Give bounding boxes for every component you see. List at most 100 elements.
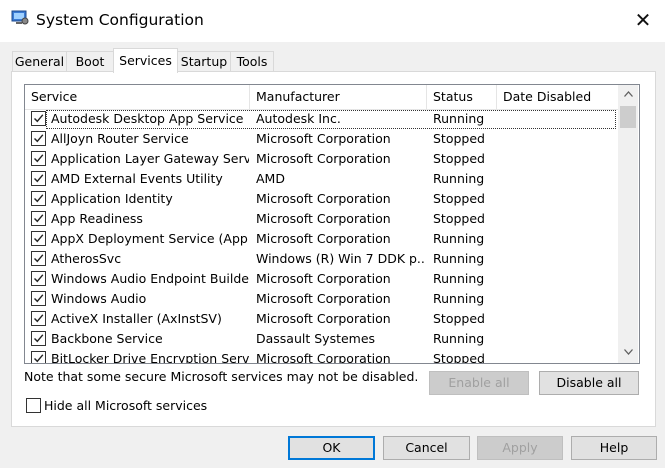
- tab-services[interactable]: Services: [113, 48, 178, 73]
- service-checkbox[interactable]: [31, 331, 46, 346]
- service-manufacturer: Microsoft Corporation: [256, 291, 391, 306]
- service-row[interactable]: Application Layer Gateway Service Microso…: [25, 149, 618, 169]
- service-checkbox[interactable]: [31, 111, 46, 126]
- service-date-disabled: [503, 269, 613, 289]
- service-row[interactable]: AtherosSvc Windows (R) Win 7 DDK p... Runn…: [25, 249, 618, 269]
- service-checkbox[interactable]: [31, 131, 46, 146]
- service-row[interactable]: AppX Deployment Service (App... Microsoft…: [25, 229, 618, 249]
- service-checkbox[interactable]: [31, 311, 46, 326]
- service-date-disabled: [503, 129, 613, 149]
- service-status: Running: [433, 231, 485, 246]
- service-row[interactable]: AllJoyn Router Service Microsoft Corporat…: [25, 129, 618, 149]
- service-name: Windows Audio: [51, 291, 147, 306]
- cancel-button[interactable]: Cancel: [383, 436, 470, 460]
- tab-general[interactable]: General: [12, 51, 67, 73]
- service-checkbox[interactable]: [31, 191, 46, 206]
- service-manufacturer: Autodesk Inc.: [256, 111, 341, 126]
- service-status: Stopped: [433, 151, 485, 166]
- note-text: Note that some secure Microsoft services…: [24, 369, 419, 384]
- service-checkbox[interactable]: [31, 211, 46, 226]
- window-title: System Configuration: [36, 11, 204, 29]
- apply-label: Apply: [502, 440, 538, 455]
- service-date-disabled: [503, 249, 613, 269]
- service-name: Autodesk Desktop App Service: [51, 111, 244, 126]
- tab-startup[interactable]: Startup: [177, 51, 231, 73]
- apply-button[interactable]: Apply: [477, 436, 563, 460]
- service-row[interactable]: Application Identity Microsoft Corporatio…: [25, 189, 618, 209]
- service-status: Running: [433, 331, 485, 346]
- service-row[interactable]: ActiveX Installer (AxInstSV) Microsoft Co…: [25, 309, 618, 329]
- service-status: Stopped: [433, 311, 485, 326]
- service-status: Running: [433, 111, 485, 126]
- service-checkbox[interactable]: [31, 171, 46, 186]
- service-status: Running: [433, 251, 485, 266]
- service-name: ActiveX Installer (AxInstSV): [51, 311, 222, 326]
- services-list[interactable]: Service Manufacturer Status Date Disable…: [24, 84, 640, 364]
- service-manufacturer: Microsoft Corporation: [256, 231, 391, 246]
- tab-tools[interactable]: Tools: [230, 51, 274, 73]
- service-checkbox[interactable]: [31, 151, 46, 166]
- service-status: Stopped: [433, 131, 485, 146]
- service-name: AppX Deployment Service (App...: [51, 231, 249, 246]
- close-icon[interactable]: ✕: [628, 5, 658, 35]
- service-date-disabled: [503, 289, 613, 309]
- tab-boot[interactable]: Boot: [66, 51, 114, 73]
- service-date-disabled: [503, 149, 613, 169]
- service-date-disabled: [503, 189, 613, 209]
- service-name: Backbone Service: [51, 331, 163, 346]
- service-manufacturer: Microsoft Corporation: [256, 271, 391, 286]
- enable-all-button[interactable]: Enable all: [429, 371, 529, 395]
- services-rows: Autodesk Desktop App Service Autodesk Inc…: [25, 109, 618, 364]
- service-checkbox[interactable]: [31, 291, 46, 306]
- title-bar: System Configuration ✕: [0, 0, 665, 42]
- hide-microsoft-services-label[interactable]: Hide all Microsoft services: [44, 398, 207, 413]
- service-row[interactable]: BitLocker Drive Encryption Service Micros…: [25, 349, 618, 364]
- service-checkbox[interactable]: [31, 271, 46, 286]
- service-manufacturer: Microsoft Corporation: [256, 311, 391, 326]
- service-date-disabled: [503, 209, 613, 229]
- service-manufacturer: Microsoft Corporation: [256, 211, 391, 226]
- service-name: Windows Audio Endpoint Builder: [51, 271, 249, 286]
- column-header-service[interactable]: Service: [25, 85, 250, 109]
- service-name: Application Identity: [51, 191, 173, 206]
- service-name: AMD External Events Utility: [51, 171, 223, 186]
- vertical-scrollbar[interactable]: [618, 85, 638, 363]
- service-manufacturer: Microsoft Corporation: [256, 151, 391, 166]
- scroll-up-icon[interactable]: [618, 85, 638, 105]
- system-configuration-icon: [11, 10, 29, 26]
- service-status: Running: [433, 291, 485, 306]
- column-header-date-disabled[interactable]: Date Disabled: [497, 85, 618, 109]
- scroll-down-icon[interactable]: [618, 343, 638, 363]
- service-row[interactable]: Backbone Service Dassault Systemes Running: [25, 329, 618, 349]
- service-date-disabled: [503, 109, 613, 129]
- service-checkbox[interactable]: [31, 251, 46, 266]
- service-status: Stopped: [433, 351, 485, 364]
- service-date-disabled: [503, 329, 613, 349]
- enable-all-label: Enable all: [448, 375, 510, 390]
- service-date-disabled: [503, 349, 613, 363]
- service-name: AllJoyn Router Service: [51, 131, 189, 146]
- service-row[interactable]: Autodesk Desktop App Service Autodesk Inc…: [25, 109, 618, 129]
- scroll-thumb[interactable]: [620, 106, 636, 128]
- service-row[interactable]: Windows Audio Endpoint Builder Microsoft …: [25, 269, 618, 289]
- service-manufacturer: Microsoft Corporation: [256, 191, 391, 206]
- disable-all-button[interactable]: Disable all: [539, 371, 639, 395]
- service-row[interactable]: AMD External Events Utility AMD Running: [25, 169, 618, 189]
- hide-microsoft-services-checkbox[interactable]: [26, 398, 41, 413]
- service-status: Running: [433, 271, 485, 286]
- column-header-manufacturer[interactable]: Manufacturer: [250, 85, 427, 109]
- service-checkbox[interactable]: [31, 351, 46, 363]
- disable-all-label: Disable all: [556, 375, 622, 390]
- service-manufacturer: Microsoft Corporation: [256, 131, 391, 146]
- service-date-disabled: [503, 169, 613, 189]
- help-button[interactable]: Help: [571, 436, 657, 460]
- service-row[interactable]: Windows Audio Microsoft Corporation Runnin…: [25, 289, 618, 309]
- service-row[interactable]: App Readiness Microsoft Corporation Stoppe…: [25, 209, 618, 229]
- ok-button[interactable]: OK: [288, 436, 375, 460]
- service-manufacturer: Microsoft Corporation: [256, 351, 391, 364]
- service-status: Running: [433, 171, 485, 186]
- service-checkbox[interactable]: [31, 231, 46, 246]
- column-header-status[interactable]: Status: [427, 85, 497, 109]
- service-manufacturer: Dassault Systemes: [256, 331, 376, 346]
- service-name: AtherosSvc: [51, 251, 122, 266]
